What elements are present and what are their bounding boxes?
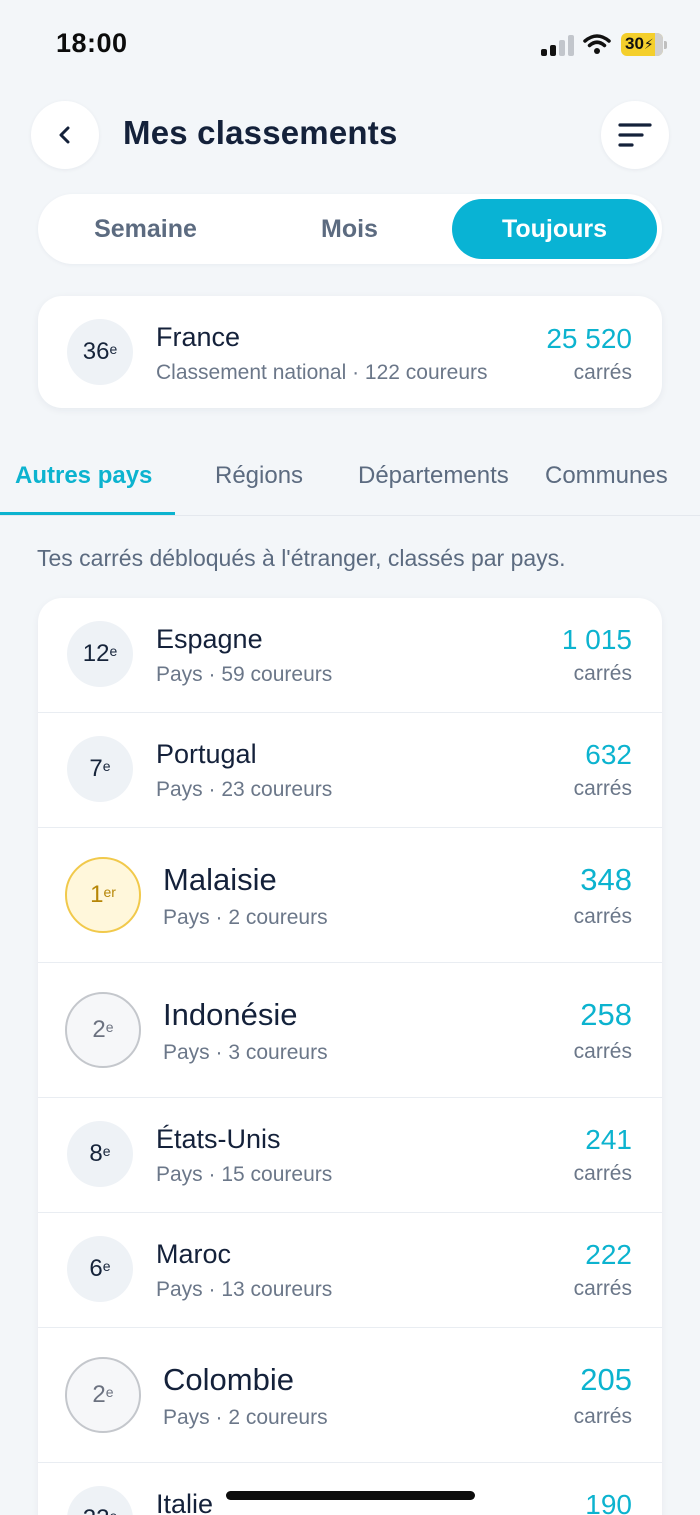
page-title: Mes classements (123, 114, 398, 151)
rank-number: 8 (89, 1140, 103, 1167)
squares-unit: carrés (573, 1405, 632, 1428)
rank-badge: 1 er (65, 857, 141, 933)
active-tab-indicator (0, 512, 175, 515)
rank-badge: 2e (65, 1357, 141, 1433)
rank-number: 36 (82, 338, 110, 365)
back-button[interactable] (31, 101, 99, 169)
list-item[interactable]: 12 e Espagne Pays · 59 coureurs 1 015 carrés (38, 598, 662, 713)
rank-number: 12 (82, 640, 110, 667)
country-name: États-Unis (156, 1124, 281, 1154)
country-subtitle: Pays · 2 coureurs (163, 1406, 328, 1429)
country-name: Malaisie (163, 862, 277, 897)
sort-lines-icon (618, 123, 652, 147)
squares-unit: carrés (573, 662, 632, 685)
squares-unit: carrés (573, 1162, 632, 1185)
country-name: Maroc (156, 1239, 232, 1269)
rank-badge: 22e (67, 1486, 133, 1515)
sort-button[interactable] (601, 101, 669, 169)
rank-badge: 36 e (67, 319, 133, 385)
squares-unit: carrés (573, 1277, 632, 1300)
battery-level: 30 (625, 34, 644, 53)
rank-suffix: er (103, 884, 116, 900)
country-ranking-list: 12 e Espagne Pays · 59 coureurs 1 015 carrés 7… (38, 598, 662, 1515)
tab-departements[interactable]: Départements (358, 462, 509, 490)
rank-number: 22 (83, 1505, 110, 1515)
squares-unit: carrés (573, 1040, 632, 1063)
squares-value: 222 (585, 1239, 632, 1270)
list-item[interactable]: 2 e Indonésie Pays · 3 coureurs 258 carrés (38, 963, 662, 1098)
tab-mois[interactable]: Mois (247, 199, 452, 259)
country-name: Colombie (163, 1362, 294, 1397)
tab-communes[interactable]: Communes (545, 462, 668, 490)
country-subtitle: Pays · 15 coureurs (156, 1163, 333, 1186)
list-item[interactable]: 2 e Colombie Pays · 2 coureurs 205 carrés (38, 1328, 662, 1463)
rank-badge: 12 e (67, 621, 133, 687)
squares-value: 1 015 (561, 624, 632, 655)
country-subtitle: Pays · 59 coureurs (156, 663, 333, 686)
tab-regions[interactable]: Régions (215, 462, 303, 490)
country-subtitle: Pays · 3 coureurs (163, 1041, 328, 1064)
national-name: France (156, 322, 241, 352)
squares-unit: carrés (573, 905, 632, 928)
national-subtitle: Classement national · 122 coureurs (156, 361, 488, 384)
country-subtitle: Pays · 13 coureurs (156, 1278, 333, 1301)
rank-badge: 7e (67, 736, 133, 802)
rank-badge: 6e (67, 1236, 133, 1302)
squares-value: 205 (580, 1362, 632, 1397)
tab-autres-pays[interactable]: Autres pays (15, 462, 152, 490)
country-name: Indonésie (163, 997, 298, 1032)
rank-suffix: e (109, 643, 118, 659)
battery-icon: 30⚡ (621, 33, 667, 56)
country-subtitle: Pays · 2 coureurs (163, 906, 328, 929)
squares-unit: carrés (573, 777, 632, 800)
squares-value: 258 (580, 997, 632, 1032)
national-value: 25 520 (546, 323, 632, 354)
scope-tabs: Autres pays Régions Départements Commune… (0, 444, 700, 516)
rank-suffix: e (102, 1143, 111, 1159)
wifi-icon (583, 34, 611, 54)
squares-value: 190 (585, 1489, 632, 1515)
rank-suffix: e (102, 1258, 111, 1274)
rank-suffix: e (105, 1384, 114, 1400)
country-name: Espagne (156, 624, 263, 654)
cellular-signal-icon (541, 34, 575, 56)
list-item[interactable]: 8 e États-Unis Pays · 15 coureurs 241 carrés (38, 1098, 662, 1213)
rank-suffix: e (109, 1508, 117, 1515)
period-selector: Semaine Mois Toujours (38, 194, 662, 264)
rank-number: 7 (89, 755, 103, 782)
rank-number: 2 (92, 1381, 106, 1408)
list-item[interactable]: 1 er Malaisie Pays · 2 coureurs 348 carrés (38, 828, 662, 963)
squares-value: 348 (580, 862, 632, 897)
rank-badge: 8e (67, 1121, 133, 1187)
national-ranking-card[interactable]: 36 e France Classement national · 122 cou… (38, 296, 662, 408)
rank-number: 2 (92, 1016, 106, 1043)
rank-number: 6 (89, 1255, 103, 1282)
list-item[interactable]: 6 e Maroc Pays · 13 coureurs 222 carrés (38, 1213, 662, 1328)
status-bar: 18:00 30⚡ (0, 0, 700, 90)
rank-suffix: e (105, 1019, 114, 1035)
status-time: 18:00 (56, 28, 128, 58)
list-item[interactable]: 22e Italie 190 (38, 1463, 662, 1515)
squares-value: 632 (585, 739, 632, 770)
national-unit: carrés (573, 361, 632, 384)
list-description: Tes carrés débloqués à l'étranger, class… (37, 545, 566, 571)
rank-suffix: e (109, 341, 118, 357)
country-subtitle: Pays · 23 coureurs (156, 778, 333, 801)
rank-badge: 2e (65, 992, 141, 1068)
country-name: Portugal (156, 739, 257, 769)
home-indicator (226, 1491, 475, 1500)
tab-toujours[interactable]: Toujours (452, 199, 657, 259)
country-name: Italie (156, 1489, 214, 1515)
tab-semaine[interactable]: Semaine (43, 199, 248, 259)
rank-suffix: e (102, 758, 111, 774)
list-item[interactable]: 7 e Portugal Pays · 23 coureurs 632 carrés (38, 713, 662, 828)
rank-number: 1 (90, 881, 104, 908)
chevron-left-icon (59, 126, 70, 144)
squares-value: 241 (585, 1124, 632, 1155)
